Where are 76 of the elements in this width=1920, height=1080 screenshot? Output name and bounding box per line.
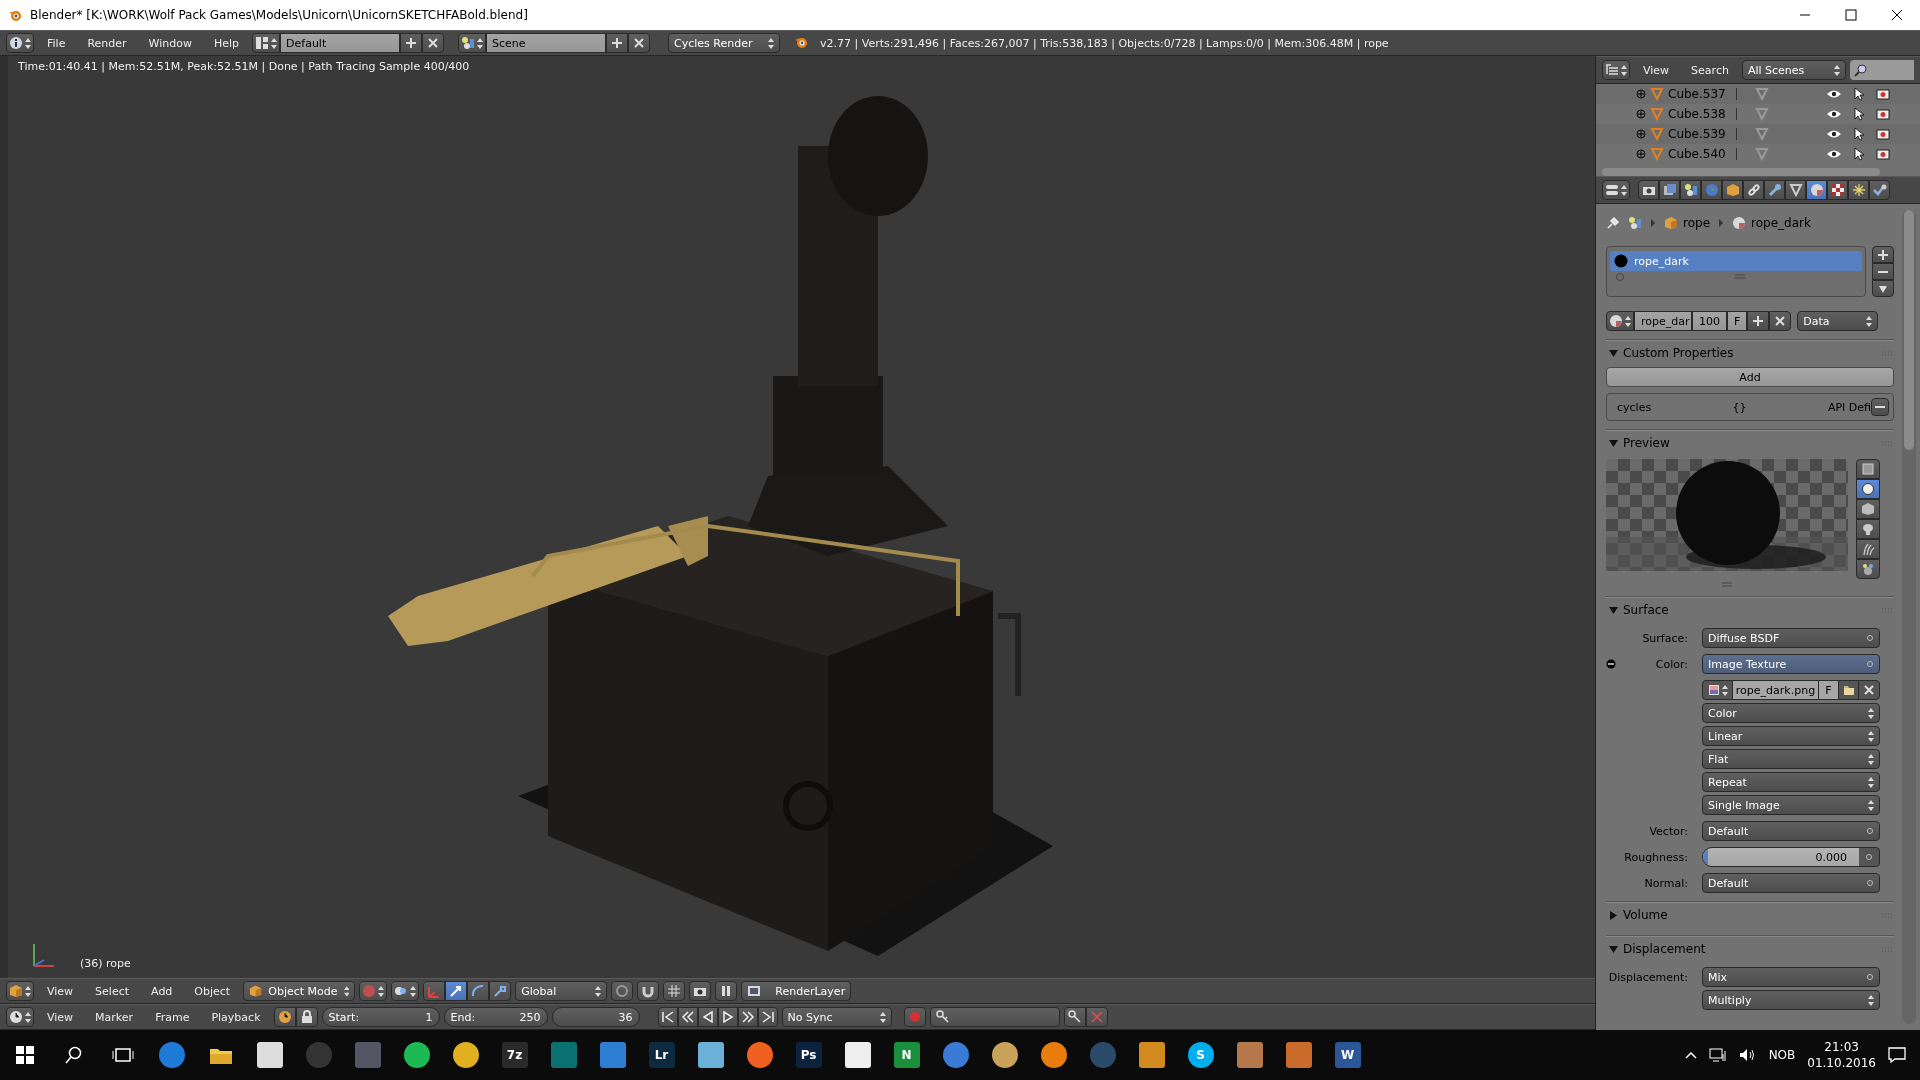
image-name-field[interactable]: rope_dark.png — [1733, 681, 1819, 699]
active-object-label: (36) rope — [80, 957, 131, 970]
panel-title[interactable]: Surface — [1623, 603, 1669, 617]
panel-title[interactable]: Custom Properties — [1623, 346, 1734, 360]
current-frame-field[interactable]: 36 — [551, 1007, 640, 1027]
menu-item[interactable]: Window — [139, 36, 201, 50]
socket-label: Normal: — [1644, 876, 1688, 890]
object-name[interactable]: Cube.538 — [1668, 107, 1732, 121]
render-engine-dropdown[interactable]: Cycles Render — [668, 33, 781, 53]
menu-item[interactable]: File — [38, 36, 75, 50]
socket-dropdown[interactable]: Default — [1702, 821, 1880, 841]
scene-name-field[interactable]: Scene — [486, 33, 607, 53]
socket-label: Roughness: — [1624, 850, 1688, 864]
menu-item[interactable]: Playback — [202, 1010, 270, 1024]
material-name-field[interactable]: rope_dar — [1634, 311, 1692, 331]
app-icon[interactable]: 7z — [501, 1042, 528, 1068]
object-name[interactable]: Cube.537 — [1668, 87, 1732, 101]
menu-item[interactable]: Select — [86, 984, 139, 998]
breadcrumb-item: rope_dark — [1751, 216, 1811, 230]
enum-dropdown[interactable]: Single Image — [1702, 795, 1880, 815]
start-frame-field[interactable]: Start: 1 — [321, 1007, 440, 1027]
menu-item[interactable]: Object — [185, 984, 240, 998]
object-name[interactable]: Cube.539 — [1668, 127, 1732, 141]
fake-user-toggle[interactable]: F — [1727, 311, 1748, 331]
sync-dropdown[interactable]: No Sync — [781, 1007, 892, 1027]
panel-title[interactable]: Volume — [1623, 908, 1668, 922]
window-title: Blender* [K:\WORK\Wolf Pack Games\Models\Unicorn\UnicornSKETCHFABold.blend] — [30, 8, 529, 22]
render-status-text: Time:01:40.41 | Mem:52.51M, Peak:52.51M | Done | Path Tracing Sample 400/400 — [17, 59, 471, 75]
enum-dropdown[interactable]: Multiply — [1702, 990, 1880, 1010]
user-count-field[interactable]: 100 — [1692, 311, 1727, 331]
orientation-dropdown[interactable]: Global — [515, 981, 608, 1001]
enum-dropdown[interactable]: Color — [1702, 703, 1880, 723]
menu-item[interactable]: View — [38, 984, 83, 998]
property-note: API Defi — [1827, 400, 1871, 414]
render-layer-dropdown[interactable]: RenderLayer — [741, 981, 852, 1001]
object-name[interactable]: Cube.540 — [1668, 147, 1732, 161]
socket-dropdown[interactable]: Diffuse BSDF — [1702, 628, 1880, 648]
menu-item[interactable]: Frame — [146, 1010, 199, 1024]
value-slider[interactable]: 0.000 — [1703, 848, 1859, 866]
breadcrumb-item: rope — [1683, 216, 1710, 230]
mode-dropdown[interactable]: Object Mode — [243, 981, 356, 1001]
socket-dropdown[interactable]: Default — [1702, 873, 1880, 893]
menu-item[interactable]: Help — [204, 36, 249, 50]
add-property-button[interactable]: Add — [1606, 367, 1894, 387]
material-slot[interactable]: rope_dark — [1610, 251, 1862, 271]
socket-label: Vector: — [1649, 824, 1688, 838]
fake-user-toggle[interactable]: F — [1819, 681, 1839, 699]
enum-dropdown[interactable]: Linear — [1702, 726, 1880, 746]
menu-item[interactable]: View — [38, 1010, 83, 1024]
enum-dropdown[interactable]: Flat — [1702, 749, 1880, 769]
property-name: cycles — [1617, 400, 1652, 414]
menu-item[interactable]: Add — [142, 984, 182, 998]
panel-title[interactable]: Displacement — [1623, 942, 1706, 956]
app-icon[interactable]: N — [893, 1042, 920, 1068]
enum-dropdown[interactable]: Repeat — [1702, 772, 1880, 792]
input-language[interactable]: NOB — [1768, 1048, 1796, 1062]
menu-item[interactable]: View — [1634, 63, 1679, 77]
property-value: {} — [1731, 400, 1748, 414]
socket-dropdown[interactable]: Mix — [1702, 967, 1880, 987]
display-mode-dropdown[interactable]: All Scenes — [1741, 60, 1846, 80]
socket-dropdown[interactable]: Image Texture — [1702, 654, 1880, 674]
socket-label: Surface: — [1642, 631, 1688, 645]
socket-label: Displacement: — [1608, 970, 1688, 984]
socket-label: Color: — [1655, 657, 1688, 671]
layout-name-field[interactable]: Default — [280, 33, 401, 53]
panel-title[interactable]: Preview — [1623, 436, 1670, 450]
link-dropdown[interactable]: Data — [1797, 311, 1878, 331]
menu-item[interactable]: Search — [1682, 63, 1738, 77]
app-icon[interactable]: W — [1334, 1042, 1361, 1068]
end-frame-field[interactable]: End: 250 — [443, 1007, 548, 1027]
menu-item[interactable]: Marker — [86, 1010, 143, 1024]
menu-item[interactable]: Render — [78, 36, 136, 50]
app-icon[interactable]: Ps — [795, 1042, 822, 1068]
clock[interactable]: 21:03 01.10.2016 — [1807, 1039, 1876, 1071]
scene-statistics: v2.77 | Verts:291,496 | Faces:267,007 | Tris:538,183 | Objects:0/728 | Lamps:0/0 | Mem:306.48M | rope — [820, 36, 1389, 50]
app-icon[interactable]: Lr — [648, 1042, 675, 1068]
